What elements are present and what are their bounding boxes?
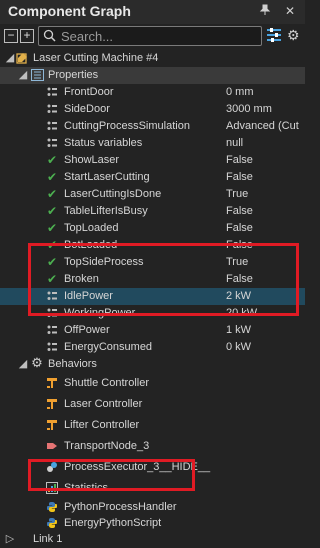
behaviors-label: Behaviors [48,358,97,370]
component-icon [16,52,28,64]
property-icon [46,341,58,353]
behavior-label: PythonProcessHandler [64,501,177,513]
property-value[interactable]: 0 mm [226,84,254,101]
property-value[interactable]: False [226,220,253,237]
property-row[interactable]: ✔ LaserCuttingIsDone True [0,186,305,203]
expand-arrow-icon[interactable]: ◢ [17,358,29,370]
property-value[interactable]: 1 kW [226,322,251,339]
panel-title: Component Graph [8,3,131,19]
property-name: StartLaserCutting [64,171,150,183]
check-icon: ✔ [46,204,58,218]
property-row[interactable]: FrontDoor 0 mm [0,84,305,101]
expand-arrow-icon[interactable]: ◢ [17,69,29,81]
property-row[interactable]: ✔ TopLoaded False [0,220,305,237]
transport-node-icon [46,440,58,452]
property-value[interactable]: 0 kW [226,339,251,356]
property-row[interactable]: SideDoor 3000 mm [0,101,305,118]
behavior-row[interactable]: Laser Controller [0,394,305,415]
property-row[interactable]: ✔ StartLaserCutting False [0,169,305,186]
expand-arrow-icon[interactable]: ◢ [4,52,16,64]
property-row[interactable]: ✔ ShowLaser False [0,152,305,169]
search-input[interactable] [59,28,258,45]
property-name: FrontDoor [64,86,114,98]
property-name: SideDoor [64,103,110,115]
property-icon [46,324,58,336]
property-name: Status variables [64,137,143,149]
highlight-box-power-properties [28,243,299,316]
pin-icon[interactable] [258,4,272,18]
behavior-label: Lifter Controller [64,419,140,431]
shuttle-controller-icon [46,377,58,389]
property-name: ShowLaser [64,154,120,166]
settings-gear-icon[interactable]: ⚙ [287,27,300,44]
properties-list-icon [31,69,44,81]
python-script-icon [46,517,58,529]
property-row[interactable]: OffPower 1 kW [0,322,305,339]
property-row[interactable]: EnergyConsumed 0 kW [0,339,305,356]
tree-item-link[interactable]: ▷ Link 1 [0,531,305,548]
behaviors-group[interactable]: ◢ ⚙ Behaviors [0,356,305,373]
behavior-row[interactable]: EnergyPythonScript [0,515,305,531]
property-icon [46,86,58,98]
property-value[interactable]: 3000 mm [226,101,272,118]
property-name: TableLifterIsBusy [64,205,148,217]
property-name: LaserCuttingIsDone [64,188,162,200]
property-row[interactable]: CuttingProcessSimulation Advanced (Cut [0,118,305,135]
expand-all-button[interactable]: + [20,29,34,43]
gear-icon: ⚙ [31,355,43,370]
property-icon [46,103,58,115]
property-icon [46,120,58,132]
property-value[interactable]: null [226,135,243,152]
tree-root-label: Laser Cutting Machine #4 [33,52,159,64]
property-value[interactable]: False [226,152,253,169]
close-icon[interactable]: ✕ [283,4,297,18]
controller-icon [46,419,58,431]
behavior-label: TransportNode_3 [64,440,150,452]
behavior-row[interactable]: PythonProcessHandler [0,499,305,515]
behavior-label: Laser Controller [64,398,143,410]
property-name: TopLoaded [64,222,119,234]
behavior-row[interactable]: Lifter Controller [0,415,305,436]
collapse-arrow-icon[interactable]: ▷ [4,533,16,545]
property-row[interactable]: ✔ TableLifterIsBusy False [0,203,305,220]
search-box[interactable] [38,26,262,46]
properties-label: Properties [48,69,99,81]
link-label: Link 1 [33,533,63,545]
check-icon: ✔ [46,170,58,184]
property-value[interactable]: True [226,186,248,203]
properties-group[interactable]: ◢ Properties [0,67,305,84]
tree-root-item[interactable]: ◢ Laser Cutting Machine #4 [0,50,305,67]
property-value[interactable]: False [226,203,253,220]
property-value[interactable]: False [226,169,253,186]
check-icon: ✔ [46,221,58,235]
property-name: OffPower [64,324,110,336]
property-row[interactable]: Status variables null [0,135,305,152]
property-name: CuttingProcessSimulation [64,120,190,132]
controller-icon [46,398,58,410]
property-name: EnergyConsumed [64,341,153,353]
filter-icon[interactable] [266,27,282,46]
python-script-icon [46,501,58,513]
behavior-label: EnergyPythonScript [64,517,162,529]
behavior-row[interactable]: TransportNode_3 [0,436,305,457]
search-icon [43,29,56,45]
property-value[interactable]: Advanced (Cut [226,118,299,135]
collapse-all-button[interactable]: − [4,29,18,43]
behavior-label: Shuttle Controller [64,377,149,389]
highlight-box-energy-script [28,459,195,491]
behavior-row[interactable]: Shuttle Controller [0,373,305,394]
check-icon: ✔ [46,153,58,167]
check-icon: ✔ [46,187,58,201]
property-icon [46,137,58,149]
